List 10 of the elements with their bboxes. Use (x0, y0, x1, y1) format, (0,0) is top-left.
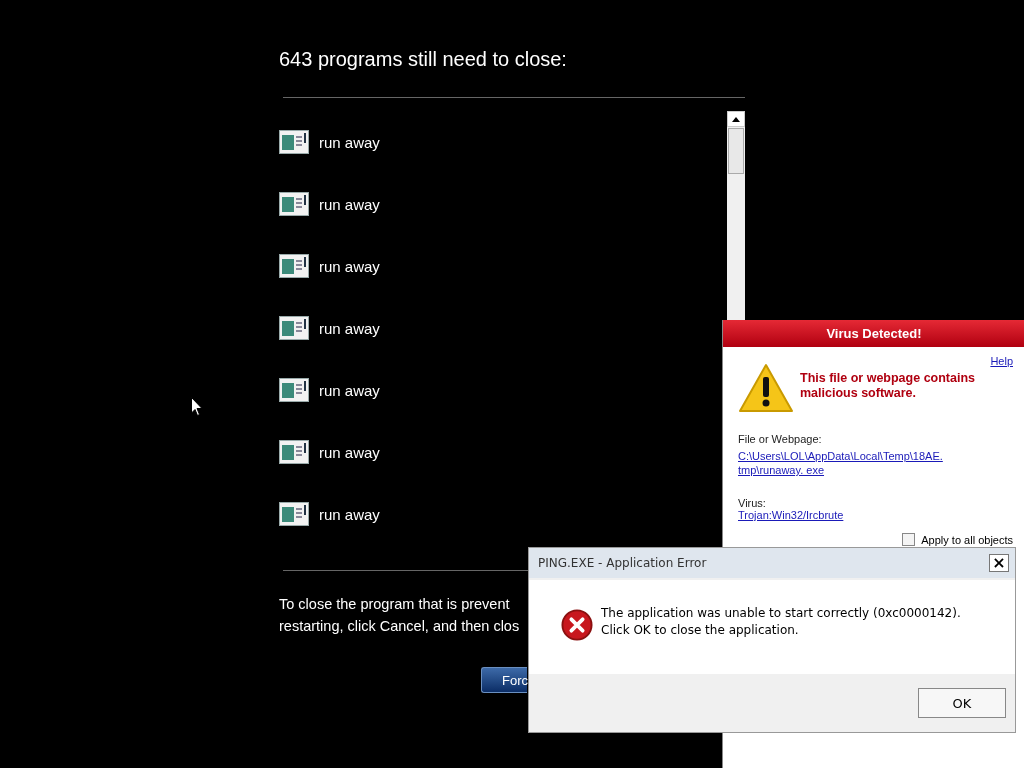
warning-text: This file or webpage contains malicious software. (800, 371, 977, 401)
field-label: Virus: (738, 497, 767, 509)
error-message: The application was unable to start correctly (0xc0000142). Click OK to close the application. (601, 605, 962, 639)
checkbox-label: Apply to all objects (921, 533, 1013, 546)
window-title: PING.EXE - Application Error (538, 556, 707, 570)
dialog-title: Virus Detected! (723, 320, 1024, 347)
field-label: File or Webpage: (738, 433, 823, 445)
instruction-text: To close the program that is prevent (279, 595, 510, 614)
instruction-text: restarting, click Cancel, and then clos (279, 617, 520, 636)
heading: 643 programs still need to close: (279, 47, 568, 72)
